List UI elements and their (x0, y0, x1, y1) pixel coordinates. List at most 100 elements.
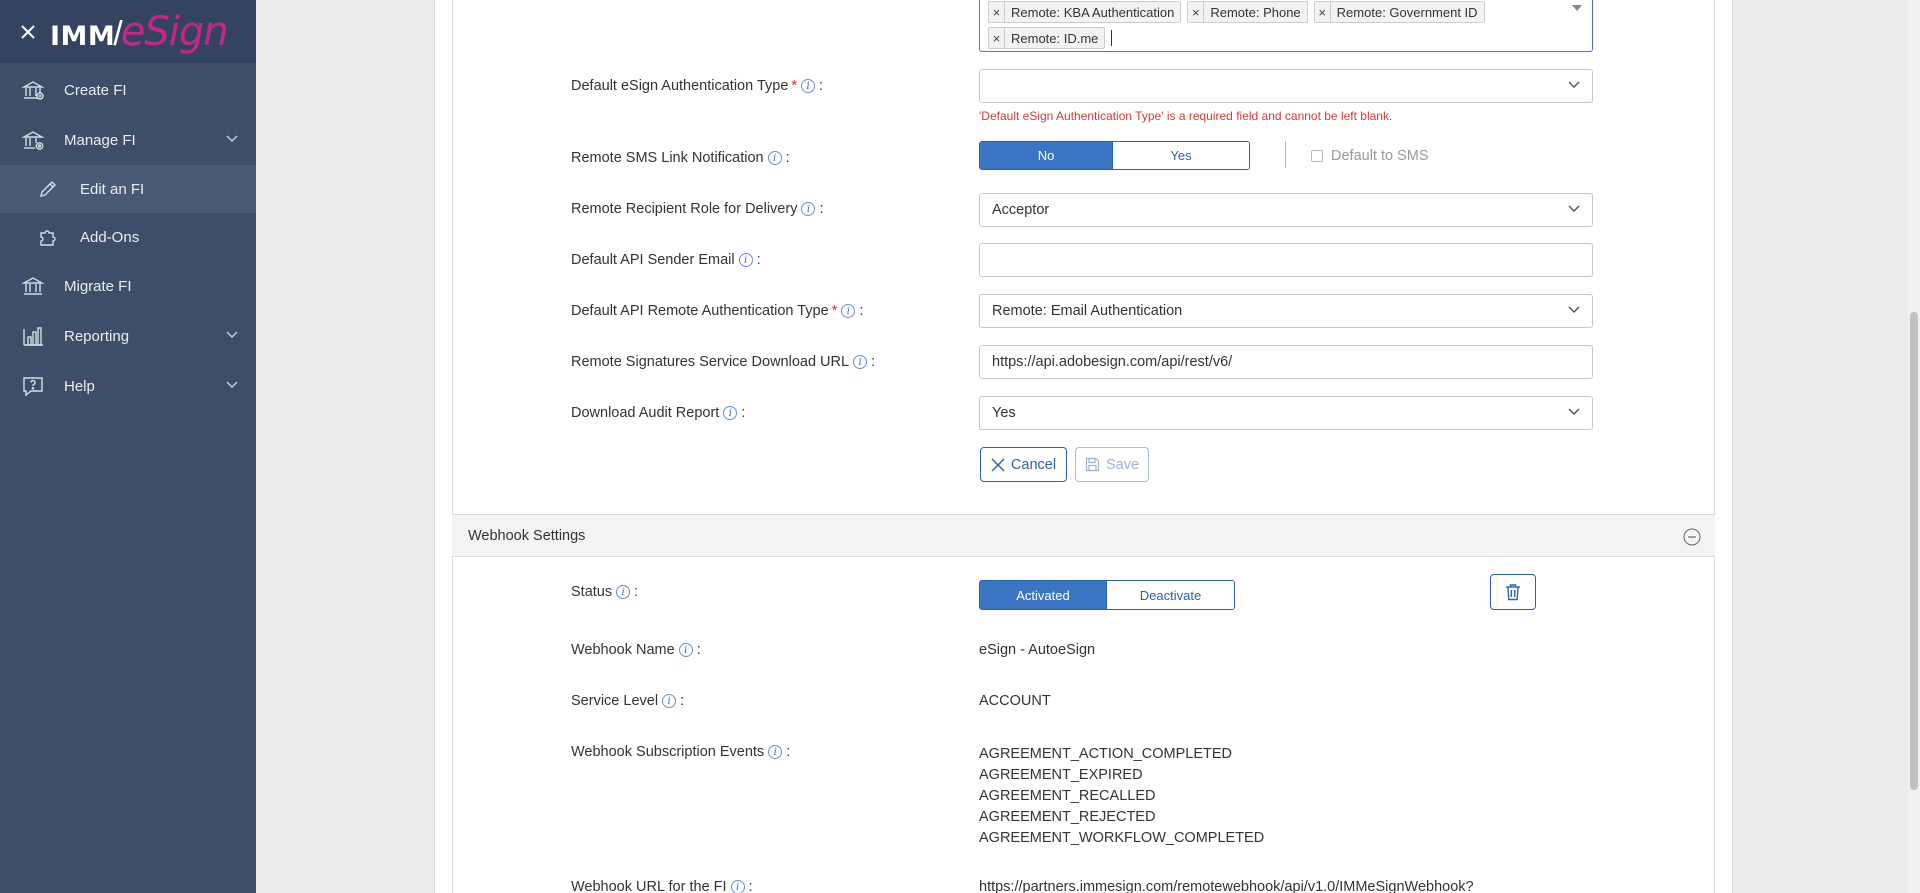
floppy-disk-icon (1085, 457, 1100, 472)
chevron-down-icon (226, 331, 238, 338)
webhook-settings-header[interactable]: Webhook Settings (452, 514, 1715, 557)
chip-label: Remote: Phone (1210, 4, 1301, 20)
status-deactivate-option[interactable]: Deactivate (1106, 581, 1234, 609)
bank-icon (20, 77, 46, 103)
info-icon[interactable]: i (738, 253, 753, 267)
remove-chip-icon[interactable]: × (1315, 2, 1331, 22)
select-value: Acceptor (992, 202, 1050, 218)
webhook-name-label: Webhook Name i: (571, 642, 701, 658)
scrollbar-thumb[interactable] (1910, 312, 1918, 790)
collapse-icon[interactable] (1683, 528, 1701, 546)
download-url-input[interactable] (979, 345, 1593, 379)
chip-label: Remote: ID.me (1011, 30, 1099, 46)
logo: IMM / eSign (50, 9, 229, 55)
close-icon[interactable] (18, 22, 38, 42)
sidebar-item-reporting[interactable]: Reporting (0, 311, 256, 361)
text-cursor (1111, 30, 1113, 46)
sidebar-item-label: Help (64, 377, 95, 395)
chevron-down-icon (1568, 205, 1580, 213)
chip-label: Remote: Government ID (1336, 4, 1478, 20)
webhook-status-toggle: Activated Deactivate (979, 580, 1235, 610)
field-label-text: Remote SMS Link Notification (571, 150, 764, 166)
info-icon[interactable]: i (841, 304, 856, 318)
info-icon[interactable]: i (730, 880, 745, 893)
sidebar: IMM / eSign Create FI Manage FI Edit an … (0, 0, 256, 893)
subscription-events-label: Webhook Subscription Events i: (571, 744, 791, 760)
sidebar-item-migrate-fi[interactable]: Migrate FI (0, 261, 256, 311)
sidebar-item-label: Reporting (64, 327, 130, 345)
status-activated-option[interactable]: Activated (980, 581, 1106, 609)
info-icon[interactable]: i (616, 585, 631, 599)
chevron-down-icon (1568, 306, 1580, 314)
sidebar-header: IMM / eSign (0, 0, 256, 63)
info-icon[interactable]: i (723, 406, 738, 420)
bank-migrate-icon (20, 273, 46, 299)
sms-no-option[interactable]: No (980, 142, 1113, 169)
sidebar-item-label: Create FI (64, 81, 127, 99)
chevron-down-icon (1568, 408, 1580, 416)
remove-chip-icon[interactable]: × (1188, 2, 1205, 22)
button-label: Cancel (1010, 456, 1057, 473)
bar-chart-icon (20, 323, 46, 349)
puzzle-icon (36, 225, 60, 249)
required-marker: * (791, 78, 798, 94)
auth-type-chip: × Remote: KBA Authentication (988, 1, 1182, 23)
sidebar-item-manage-fi[interactable]: Manage FI (0, 115, 256, 165)
sms-notification-toggle: No Yes (979, 141, 1250, 170)
sidebar-item-create-fi[interactable]: Create FI (0, 65, 256, 115)
download-url-label: Remote Signatures Service Download URL i: (571, 354, 876, 370)
pencil-icon (36, 177, 60, 201)
scrollbar[interactable] (1908, 0, 1920, 893)
api-remote-auth-select[interactable]: Remote: Email Authentication (979, 294, 1593, 328)
info-icon[interactable]: i (853, 355, 868, 369)
list-item: AGREEMENT_ACTION_COMPLETED (979, 746, 1232, 762)
sidebar-item-add-ons[interactable]: Add-Ons (0, 213, 256, 261)
cancel-button[interactable]: Cancel (980, 447, 1067, 482)
default-esign-auth-select[interactable] (979, 69, 1593, 103)
field-label-text: Remote Recipient Role for Delivery (571, 201, 798, 217)
delete-webhook-button[interactable] (1490, 574, 1536, 610)
info-icon[interactable]: i (662, 694, 677, 708)
subscription-events-list: AGREEMENT_ACTION_COMPLETED AGREEMENT_EXP… (979, 744, 1264, 849)
remove-chip-icon[interactable]: × (989, 28, 1005, 48)
api-sender-email-input[interactable] (979, 243, 1593, 277)
field-label-text: Webhook URL for the FI (571, 879, 727, 893)
service-level-label: Service Level i: (571, 693, 685, 709)
remove-chip-icon[interactable]: × (989, 2, 1005, 22)
service-level-value: ACCOUNT (979, 693, 1051, 709)
info-icon[interactable]: i (801, 79, 816, 93)
sidebar-item-edit-fi[interactable]: Edit an FI (0, 165, 256, 213)
list-item: AGREEMENT_EXPIRED (979, 767, 1143, 783)
field-label-text: Webhook Name (571, 642, 675, 658)
caret-down-icon[interactable] (1572, 5, 1582, 11)
webhook-url-value: https://partners.immesign.com/remotewebh… (979, 879, 1474, 893)
auth-types-multiselect[interactable]: × Remote: KBA Authentication × Remote: Pho… (979, 0, 1593, 52)
field-label-text: Default API Sender Email (571, 252, 735, 268)
field-label-text: Default eSign Authentication Type (571, 78, 789, 94)
sidebar-item-label: Add-Ons (80, 228, 140, 246)
help-icon (20, 373, 46, 399)
default-esign-auth-label: Default eSign Authentication Type * i: (571, 78, 824, 94)
audit-report-label: Download Audit Report i: (571, 405, 746, 421)
validation-error: 'Default eSign Authentication Type' is a… (979, 109, 1393, 123)
chip-label: Remote: KBA Authentication (1011, 4, 1175, 20)
list-item: AGREEMENT_WORKFLOW_COMPLETED (979, 830, 1265, 846)
divider (1285, 141, 1286, 168)
field-label-text: Default API Remote Authentication Type (571, 303, 829, 319)
required-marker: * (831, 303, 838, 319)
audit-report-select[interactable]: Yes (979, 396, 1593, 430)
bank-settings-icon (20, 127, 46, 153)
api-remote-auth-label: Default API Remote Authentication Type * i… (571, 303, 864, 319)
default-to-sms-checkbox[interactable]: Default to SMS (1311, 148, 1429, 164)
save-button[interactable]: Save (1075, 447, 1149, 482)
sidebar-item-help[interactable]: Help (0, 361, 256, 411)
sms-yes-option[interactable]: Yes (1112, 142, 1249, 169)
info-icon[interactable]: i (767, 151, 782, 165)
info-icon[interactable]: i (768, 745, 783, 759)
list-item: AGREEMENT_RECALLED (979, 788, 1156, 804)
info-icon[interactable]: i (801, 202, 816, 216)
recipient-role-select[interactable]: Acceptor (979, 193, 1593, 227)
checkbox-box[interactable] (1311, 150, 1323, 162)
info-icon[interactable]: i (678, 643, 693, 657)
field-label-text: Webhook Subscription Events (571, 744, 765, 760)
